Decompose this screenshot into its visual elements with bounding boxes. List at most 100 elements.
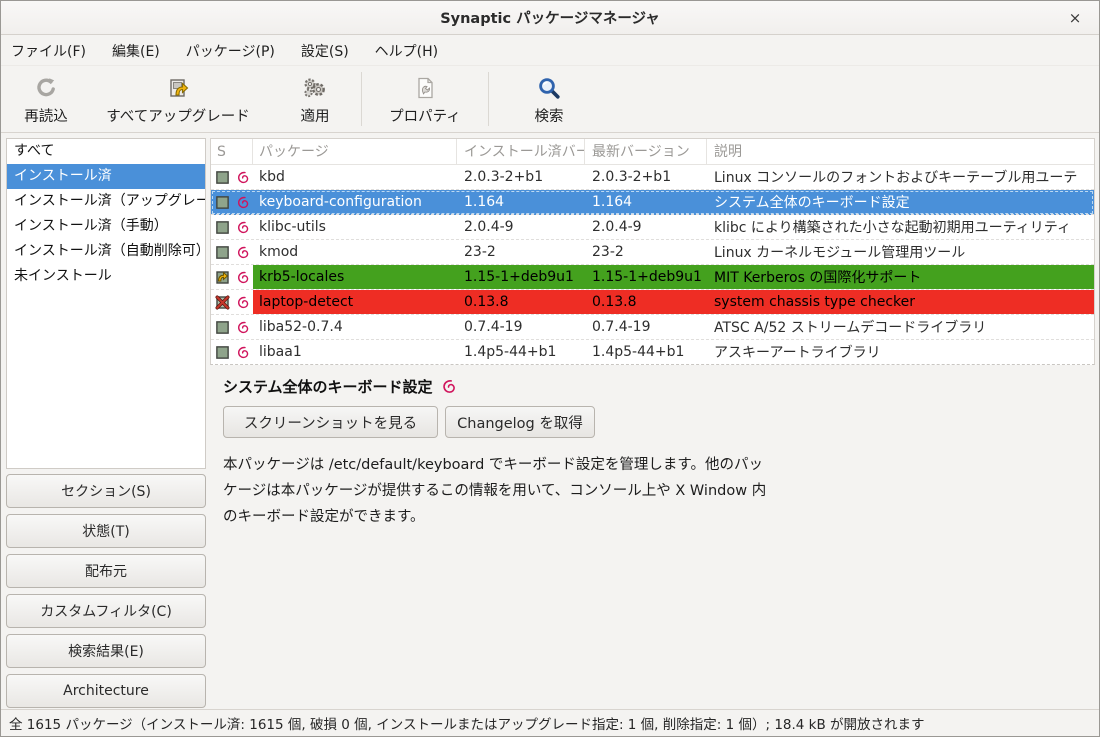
status-remove-icon: [211, 294, 233, 310]
search-icon: [537, 75, 561, 101]
reload-button[interactable]: 再読込: [9, 66, 83, 132]
window-title: Synaptic パッケージマネージャ: [440, 7, 660, 28]
menu-help[interactable]: ヘルプ(H): [375, 41, 438, 61]
debian-swirl-icon: [233, 320, 253, 335]
table-row[interactable]: libaa1 1.4p5-44+b1 1.4p5-44+b1 アスキーアートライ…: [211, 340, 1094, 365]
table-header: S パッケージ インストール済バージョン 最新バージョン 説明: [211, 139, 1094, 165]
close-icon[interactable]: ×: [1065, 8, 1085, 28]
installed-version: 1.4p5-44+b1: [457, 344, 585, 360]
architecture-button[interactable]: Architecture: [6, 674, 206, 708]
debian-swirl-icon: [441, 378, 458, 395]
status-installed-icon: [211, 245, 233, 260]
package-name: liba52-0.7.4: [253, 319, 457, 335]
description-line: ケージは本パッケージが提供するこの情報を用いて、コンソール上や X Window…: [223, 478, 1095, 504]
latest-version: 1.15-1+deb9u1: [585, 269, 707, 285]
installed-version: 0.7.4-19: [457, 319, 585, 335]
package-description: MIT Kerberos の国際化サポート: [707, 267, 1094, 287]
table-row[interactable]: kbd 2.0.3-2+b1 2.0.3-2+b1 Linux コンソールのフォ…: [211, 165, 1094, 190]
table-row-marked-removal[interactable]: laptop-detect 0.13.8 0.13.8 system chass…: [211, 290, 1094, 315]
table-row[interactable]: kmod 23-2 23-2 Linux カーネルモジュール管理用ツール: [211, 240, 1094, 265]
debian-swirl-icon: [233, 345, 253, 360]
latest-version: 1.164: [585, 194, 707, 210]
installed-version: 2.0.3-2+b1: [457, 169, 585, 185]
search-button[interactable]: 検索: [493, 66, 605, 132]
statusbar-text: 全 1615 パッケージ（インストール済: 1615 個, 破損 0 個, イン…: [9, 713, 925, 733]
debian-swirl-icon: [233, 245, 253, 260]
package-name: laptop-detect: [253, 294, 457, 310]
debian-swirl-icon: [233, 295, 253, 310]
package-name: klibc-utils: [253, 219, 457, 235]
description-line: のキーボード設定ができます。: [223, 504, 1095, 530]
filter-item-installed-autoremovable[interactable]: インストール済（自動削除可）: [7, 239, 205, 264]
titlebar: Synaptic パッケージマネージャ ×: [1, 1, 1099, 35]
details-pane: システム全体のキーボード設定 スクリーンショットを見る Changelog を取…: [210, 366, 1095, 709]
apply-button[interactable]: 適用: [273, 66, 357, 132]
header-description[interactable]: 説明: [707, 139, 1094, 164]
view-screenshot-button[interactable]: スクリーンショットを見る: [223, 406, 438, 438]
status-button[interactable]: 状態(T): [6, 514, 206, 548]
latest-version: 1.4p5-44+b1: [585, 344, 707, 360]
latest-version: 0.7.4-19: [585, 319, 707, 335]
header-package[interactable]: パッケージ: [253, 139, 457, 164]
debian-swirl-icon: [233, 195, 253, 210]
filter-item-all[interactable]: すべて: [7, 139, 205, 164]
package-description: システム全体のキーボード設定: [707, 192, 1094, 212]
status-upgrade-icon: [211, 269, 233, 285]
debian-swirl-icon: [233, 270, 253, 285]
debian-swirl-icon: [233, 220, 253, 235]
upgrade-all-button[interactable]: すべてアップグレード: [83, 66, 273, 132]
get-changelog-button[interactable]: Changelog を取得: [445, 406, 595, 438]
menubar: ファイル(F) 編集(E) パッケージ(P) 設定(S) ヘルプ(H): [1, 36, 1099, 66]
statusbar: 全 1615 パッケージ（インストール済: 1615 個, 破損 0 個, イン…: [1, 709, 1099, 736]
upgrade-all-label: すべてアップグレード: [106, 105, 249, 126]
installed-version: 1.15-1+deb9u1: [457, 269, 585, 285]
reload-label: 再読込: [24, 105, 68, 126]
latest-version: 23-2: [585, 244, 707, 260]
package-description: Linux カーネルモジュール管理用ツール: [707, 242, 1094, 262]
table-row-selected[interactable]: keyboard-configuration 1.164 1.164 システム全…: [211, 190, 1094, 215]
filter-item-not-installed[interactable]: 未インストール: [7, 264, 205, 289]
header-installed-version[interactable]: インストール済バージョン: [457, 139, 585, 164]
apply-gears-icon: [302, 75, 328, 101]
toolbar: 再読込 すべてアップグレード 適用: [1, 66, 1099, 133]
table-row[interactable]: klibc-utils 2.0.4-9 2.0.4-9 klibc により構築さ…: [211, 215, 1094, 240]
search-label: 検索: [535, 105, 564, 126]
package-long-description: 本パッケージは /etc/default/keyboard でキーボード設定を管…: [210, 438, 1095, 530]
header-status[interactable]: S: [211, 139, 253, 164]
installed-version: 0.13.8: [457, 294, 585, 310]
status-installed-icon: [211, 170, 233, 185]
sections-button[interactable]: セクション(S): [6, 474, 206, 508]
filter-item-installed-manual[interactable]: インストール済（手動）: [7, 214, 205, 239]
apply-label: 適用: [301, 105, 330, 126]
menu-edit[interactable]: 編集(E): [112, 41, 160, 61]
properties-label: プロパティ: [389, 105, 461, 126]
status-installed-icon: [211, 345, 233, 360]
custom-filters-button[interactable]: カスタムフィルタ(C): [6, 594, 206, 628]
description-line: 本パッケージは /etc/default/keyboard でキーボード設定を管…: [223, 452, 1095, 478]
latest-version: 2.0.4-9: [585, 219, 707, 235]
filter-item-installed[interactable]: インストール済: [7, 164, 205, 189]
filter-item-installed-upgradable[interactable]: インストール済（アップグレード可）: [7, 189, 205, 214]
origin-button[interactable]: 配布元: [6, 554, 206, 588]
details-title: システム全体のキーボード設定: [223, 376, 433, 397]
installed-version: 2.0.4-9: [457, 219, 585, 235]
table-row-marked-upgrade[interactable]: krb5-locales 1.15-1+deb9u1 1.15-1+deb9u1…: [211, 265, 1094, 290]
properties-button[interactable]: プロパティ: [366, 66, 484, 132]
debian-swirl-icon: [233, 170, 253, 185]
menu-file[interactable]: ファイル(F): [11, 41, 86, 61]
status-installed-icon: [211, 220, 233, 235]
package-description: アスキーアートライブラリ: [707, 342, 1094, 362]
package-name: krb5-locales: [253, 269, 457, 285]
search-results-button[interactable]: 検索結果(E): [6, 634, 206, 668]
header-latest-version[interactable]: 最新バージョン: [585, 139, 707, 164]
upgrade-all-icon: [166, 75, 190, 101]
table-row[interactable]: liba52-0.7.4 0.7.4-19 0.7.4-19 ATSC A/52…: [211, 315, 1094, 340]
status-installed-icon: [211, 320, 233, 335]
filter-list: すべて インストール済 インストール済（アップグレード可） インストール済（手動…: [6, 138, 206, 469]
menu-settings[interactable]: 設定(S): [301, 41, 349, 61]
package-description: Linux コンソールのフォントおよびキーテーブル用ユーテ: [707, 167, 1094, 187]
package-table: S パッケージ インストール済バージョン 最新バージョン 説明 kbd 2.0.…: [210, 138, 1095, 365]
installed-version: 1.164: [457, 194, 585, 210]
menu-package[interactable]: パッケージ(P): [186, 41, 275, 61]
package-name: libaa1: [253, 344, 457, 360]
